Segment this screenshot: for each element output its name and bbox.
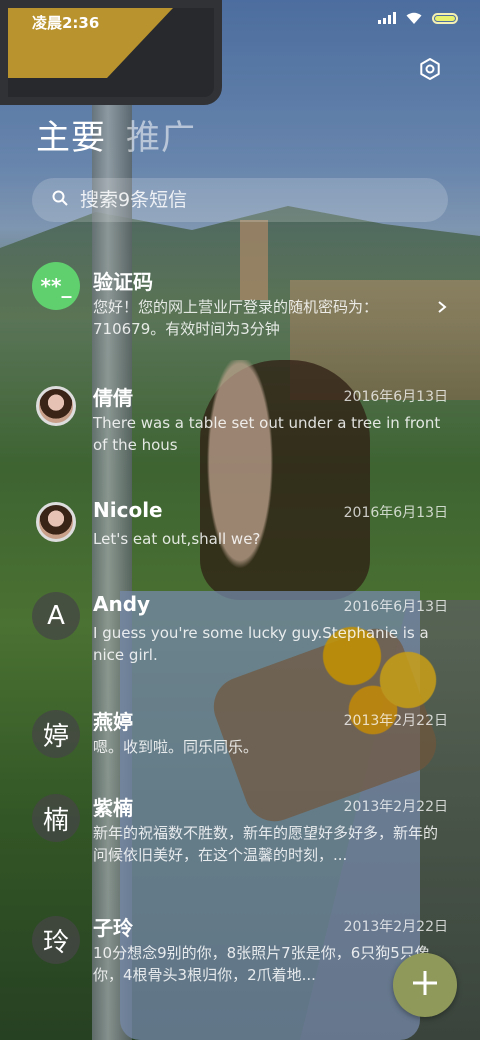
battery-icon: [432, 12, 458, 24]
message-item[interactable]: 楠 紫楠 2013年2月22日 新年的祝福数不胜数，新年的愿望好多好多，新年的问…: [0, 784, 480, 902]
chevron-right-icon[interactable]: [436, 298, 448, 313]
avatar: 玲: [32, 916, 80, 964]
message-item[interactable]: A Andy 2016年6月13日 I guess you're some lu…: [0, 578, 480, 696]
tab-promotions[interactable]: 推广: [126, 110, 196, 159]
message-date: 2013年2月22日: [343, 713, 448, 729]
wifi-icon: [406, 12, 422, 24]
tab-bar: 主要 推广: [36, 110, 196, 159]
plus-icon: [410, 968, 440, 1002]
message-date: 2013年2月22日: [343, 919, 448, 935]
search-icon: [52, 190, 68, 210]
message-item[interactable]: 婷 燕婷 2013年2月22日 嗯。收到啦。同乐同乐。: [0, 696, 480, 784]
avatar: 楠: [32, 794, 80, 842]
sender-name: 子玲: [93, 916, 133, 940]
avatar: 婷: [32, 710, 80, 758]
message-list: **_ 验证码 您好！您的网上营业厅登录的随机密码为：710679。有效时间为3…: [0, 250, 480, 1012]
avatar: A: [32, 592, 80, 640]
sender-name: 验证码: [93, 270, 153, 294]
message-item[interactable]: Nicole 2016年6月13日 Let's eat out,shall we…: [0, 486, 480, 578]
sender-name: 燕婷: [93, 710, 133, 734]
tab-primary[interactable]: 主要: [36, 110, 106, 159]
message-preview: 10分想念9别的你，8张照片7张是你，6只狗5只像你，4根骨头3根归你，2爪着地…: [93, 944, 430, 984]
avatar: [36, 502, 76, 542]
message-date: 2016年6月13日: [343, 599, 448, 615]
sender-name: Nicole: [93, 498, 163, 522]
message-item[interactable]: **_ 验证码 您好！您的网上营业厅登录的随机密码为：710679。有效时间为3…: [0, 250, 480, 368]
avatar: **_: [32, 262, 80, 310]
status-icons: [378, 12, 458, 24]
message-preview: 嗯。收到啦。同乐同乐。: [93, 738, 259, 756]
signal-icon: [378, 12, 396, 24]
search-bar[interactable]: [32, 178, 448, 222]
message-date: 2016年6月13日: [343, 389, 448, 405]
search-input[interactable]: [78, 188, 422, 212]
sender-name: 紫楠: [93, 796, 133, 820]
message-preview: There was a table set out under a tree i…: [93, 414, 441, 454]
sender-name: Andy: [93, 592, 151, 616]
message-date: 2016年6月13日: [343, 505, 448, 521]
compose-button[interactable]: [393, 953, 457, 1017]
status-bar: 凌晨2:36: [0, 0, 480, 40]
message-preview: 您好！您的网上营业厅登录的随机密码为：710679。有效时间为3分钟: [93, 298, 379, 338]
status-time: 凌晨2:36: [32, 14, 100, 32]
message-preview: I guess you're some lucky guy.Stephanie …: [93, 624, 429, 664]
message-date: 2013年2月22日: [343, 799, 448, 815]
gear-icon[interactable]: [418, 57, 442, 81]
avatar: [36, 386, 76, 426]
message-item[interactable]: 倩倩 2016年6月13日 There was a table set out …: [0, 368, 480, 486]
message-preview: 新年的祝福数不胜数，新年的愿望好多好多，新年的问候依旧美好，在这个温馨的时刻，.…: [93, 824, 439, 864]
sender-name: 倩倩: [93, 386, 133, 410]
message-preview: Let's eat out,shall we?: [93, 530, 261, 548]
